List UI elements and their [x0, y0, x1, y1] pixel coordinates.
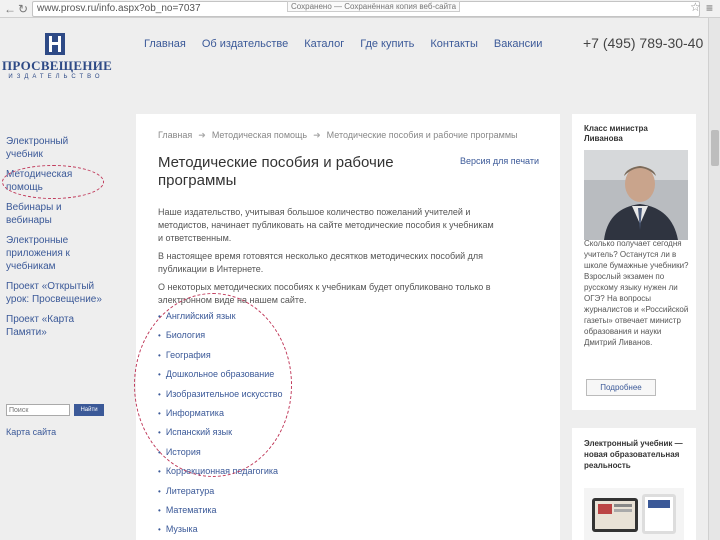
- sidebar-item-e-supplements[interactable]: Электронные приложения к учебникам: [6, 234, 106, 273]
- bullet-icon: •: [158, 486, 161, 496]
- subject-label: Музыка: [165, 524, 198, 535]
- topnav-vacancies[interactable]: Вакансии: [494, 38, 543, 50]
- topnav-home[interactable]: Главная: [144, 38, 186, 50]
- subject-item[interactable]: • Музыка: [158, 520, 282, 539]
- topnav-catalog[interactable]: Каталог: [304, 38, 344, 50]
- breadcrumb-arrow-icon: ➜: [313, 130, 321, 140]
- news-card-title[interactable]: Класс министра Ливанова: [584, 124, 688, 144]
- browser-menu-icon[interactable]: ≡: [706, 1, 713, 15]
- reload-icon[interactable]: ↻: [18, 2, 28, 16]
- back-arrow-icon[interactable]: ←: [4, 2, 16, 16]
- news-card-minister: Класс министра Ливанова Сколько получает…: [572, 114, 696, 410]
- address-tooltip: Сохранено — Сохранённая копия веб-сайта: [287, 1, 461, 12]
- topnav-contacts[interactable]: Контакты: [430, 38, 478, 50]
- breadcrumb-arrow-icon: ➜: [198, 130, 206, 140]
- page-title: Методические пособия и рабочие программы: [158, 154, 394, 189]
- subject-item[interactable]: • Литература: [158, 482, 282, 501]
- news-card-title[interactable]: Электронный учебник — новая образователь…: [584, 438, 690, 471]
- logo-emblem-icon: [45, 33, 65, 55]
- subject-label: Литература: [165, 485, 215, 496]
- bullet-icon: •: [158, 505, 161, 515]
- browser-toolbar: ← ↻ www.prosv.ru/info.aspx?ob_no=7037 Со…: [0, 0, 720, 18]
- sidebar-item-open-lesson[interactable]: Проект «Открытый урок: Просвещение»: [6, 280, 106, 306]
- news-card-e-textbook: Электронный учебник — новая образователь…: [572, 428, 696, 540]
- subject-item[interactable]: • Математика: [158, 501, 282, 520]
- bullet-icon: •: [158, 525, 161, 535]
- news-card-text: Сколько получает сегодня учитель? Остану…: [584, 239, 689, 347]
- top-navigation: Главная Об издательстве Каталог Где купи…: [144, 38, 542, 50]
- sidebar-item-memory-map[interactable]: Проект «Карта Памяти»: [6, 313, 106, 339]
- bookmark-star-icon[interactable]: ☆: [690, 0, 701, 14]
- address-bar[interactable]: www.prosv.ru/info.aspx?ob_no=7037 Сохран…: [32, 1, 700, 17]
- search-button[interactable]: Найти: [74, 404, 104, 416]
- sidebar-item-e-textbook[interactable]: Электронный учебник: [6, 135, 106, 161]
- sidebar-item-webinars[interactable]: Вебинары и вебинары: [6, 201, 106, 227]
- address-url[interactable]: www.prosv.ru/info.aspx?ob_no=7037: [37, 3, 201, 14]
- breadcrumb-current: Методические пособия и рабочие программы: [326, 130, 518, 140]
- print-version-link[interactable]: Версия для печати: [460, 156, 539, 166]
- annotation-circle: [134, 293, 292, 477]
- minister-photo: [584, 150, 688, 240]
- logo-name: ПРОСВЕЩЕНИЕ: [2, 58, 113, 73]
- site-search: Найти: [6, 404, 104, 416]
- more-button[interactable]: Подробнее: [586, 379, 656, 396]
- phone-number: +7 (495) 789-30-40: [583, 35, 704, 51]
- page-scrollbar[interactable]: [708, 18, 720, 540]
- breadcrumb-home[interactable]: Главная: [158, 130, 192, 141]
- bullet-icon: •: [158, 467, 161, 477]
- sitemap-link[interactable]: Карта сайта: [6, 427, 56, 437]
- topnav-where-to-buy[interactable]: Где купить: [360, 38, 414, 50]
- intro-paragraph: В настоящее время готовятся несколько де…: [158, 251, 484, 274]
- search-input[interactable]: [6, 404, 70, 416]
- scrollbar-thumb[interactable]: [711, 130, 719, 166]
- annotation-circle: [2, 165, 104, 199]
- topnav-about[interactable]: Об издательстве: [202, 38, 288, 50]
- subject-label: Математика: [165, 504, 217, 515]
- site-logo[interactable]: ПРОСВЕЩЕНИЕ ИЗДАТЕЛЬСТВО: [2, 32, 113, 82]
- tablet-image: [584, 488, 684, 540]
- breadcrumb: Главная ➜ Методическая помощь ➜ Методиче…: [158, 130, 518, 141]
- breadcrumb-methodical-help[interactable]: Методическая помощь: [212, 130, 307, 141]
- logo-subtitle: ИЗДАТЕЛЬСТВО: [8, 74, 104, 80]
- intro-paragraph: Наше издательство, учитывая большое коли…: [158, 207, 494, 243]
